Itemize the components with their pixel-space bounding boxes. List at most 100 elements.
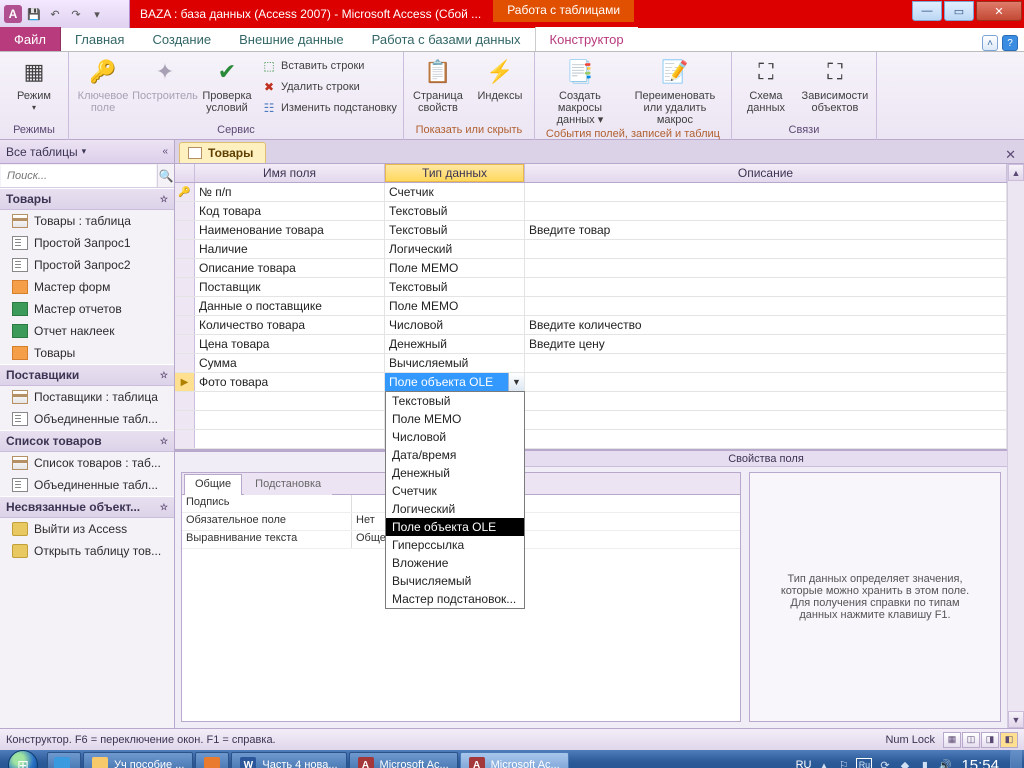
dropdown-option[interactable]: Счетчик	[386, 482, 524, 500]
scroll-down-icon[interactable]: ▼	[1008, 711, 1024, 728]
tray-keyboard-icon[interactable]: Ru	[856, 758, 872, 768]
grid-row[interactable]: НаличиеЛогический	[175, 240, 1007, 259]
nav-header[interactable]: Все таблицы ▾ «	[0, 140, 174, 164]
tray-sync-icon[interactable]: ⟳	[877, 758, 892, 768]
tray-flag-icon[interactable]: ⚐	[836, 758, 851, 768]
taskbar-clock[interactable]: 15:54	[957, 757, 1005, 768]
prop-tab-lookup[interactable]: Подстановка	[244, 474, 332, 495]
cell-field-name[interactable]: Количество товара	[195, 316, 385, 334]
cell-data-type[interactable]: Числовой	[385, 316, 525, 334]
row-selector[interactable]	[175, 335, 195, 353]
builder-button[interactable]: ✦Построитель	[137, 54, 193, 102]
tab-external-data[interactable]: Внешние данные	[225, 27, 358, 51]
row-selector[interactable]	[175, 221, 195, 239]
cell-field-name[interactable]: Наименование товара	[195, 221, 385, 239]
dropdown-option[interactable]: Денежный	[386, 464, 524, 482]
maximize-button[interactable]: ▭	[944, 1, 974, 21]
datasheet-view-icon[interactable]: ▦	[943, 732, 961, 748]
cell-description[interactable]	[525, 354, 1007, 372]
grid-row[interactable]: Количество товараЧисловойВведите количес…	[175, 316, 1007, 335]
pivot-view-icon[interactable]: ◫	[962, 732, 980, 748]
start-button[interactable]: ⊞	[0, 750, 46, 768]
cell-data-type[interactable]: Вычисляемый	[385, 354, 525, 372]
cell-field-name[interactable]: Код товара	[195, 202, 385, 220]
relationships-button[interactable]: ⛶Схема данных	[738, 54, 794, 114]
tray-volume-icon[interactable]: 🔊	[937, 758, 952, 768]
scroll-up-icon[interactable]: ▲	[1008, 164, 1024, 181]
row-selector[interactable]: ▶	[175, 373, 195, 391]
minimize-button[interactable]: —	[912, 1, 942, 21]
dropdown-option[interactable]: Поле МЕМО	[386, 410, 524, 428]
row-selector[interactable]	[175, 297, 195, 315]
nav-group-header[interactable]: Поставщики☆	[0, 364, 174, 386]
object-dependencies-button[interactable]: ⛶Зависимости объектов	[800, 54, 870, 114]
nav-item[interactable]: Простой Запрос2	[0, 254, 174, 276]
view-button[interactable]: ▦ Режим▾	[6, 54, 62, 114]
vertical-scrollbar[interactable]: ▲ ▼	[1007, 164, 1024, 728]
data-type-dropdown[interactable]: ТекстовыйПоле МЕМОЧисловойДата/времяДене…	[385, 391, 525, 609]
nav-group-header[interactable]: Несвязанные объект...☆	[0, 496, 174, 518]
taskbar-item[interactable]: AMicrosoft Ac...	[349, 752, 458, 768]
taskbar-item[interactable]: AMicrosoft Ac...	[460, 752, 569, 768]
cell-field-name[interactable]: Фото товара	[195, 373, 385, 391]
create-data-macros-button[interactable]: 📑Создать макросы данных ▾	[541, 54, 619, 126]
row-selector[interactable]	[175, 411, 195, 429]
validation-button[interactable]: ✔Проверка условий	[199, 54, 255, 114]
tray-network-icon[interactable]: ▮	[917, 758, 932, 768]
close-document-icon[interactable]: ✕	[997, 147, 1024, 163]
modify-lookups-button[interactable]: ☷Изменить подстановку	[261, 98, 397, 118]
cell-description[interactable]	[525, 259, 1007, 277]
grid-row-empty[interactable]	[175, 411, 1007, 430]
grid-row[interactable]: 🔑№ п/пСчетчик	[175, 183, 1007, 202]
cell-field-name[interactable]: Описание товара	[195, 259, 385, 277]
nav-group-header[interactable]: Список товаров☆	[0, 430, 174, 452]
cell-field-name[interactable]: Поставщик	[195, 278, 385, 296]
show-desktop-button[interactable]	[1010, 750, 1022, 768]
prop-tab-general[interactable]: Общие	[184, 474, 242, 495]
dropdown-option[interactable]: Логический	[386, 500, 524, 518]
row-selector[interactable]	[175, 278, 195, 296]
cell-description[interactable]	[525, 373, 1007, 391]
grid-row-empty[interactable]	[175, 430, 1007, 449]
tab-design[interactable]: Конструктор	[536, 27, 638, 51]
dropdown-option[interactable]: Гиперссылка	[386, 536, 524, 554]
row-selector[interactable]	[175, 430, 195, 448]
pivotchart-view-icon[interactable]: ◨	[981, 732, 999, 748]
file-tab[interactable]: Файл	[0, 27, 61, 51]
dropdown-arrow-icon[interactable]: ▼	[508, 373, 524, 391]
cell-description[interactable]	[525, 240, 1007, 258]
dropdown-option[interactable]: Вычисляемый	[386, 572, 524, 590]
grid-row[interactable]: Описание товараПоле МЕМО	[175, 259, 1007, 278]
cell-description[interactable]	[525, 278, 1007, 296]
input-language[interactable]: RU	[796, 759, 812, 768]
cell-description[interactable]: Введите товар	[525, 221, 1007, 239]
nav-item[interactable]: Открыть таблицу тов...	[0, 540, 174, 562]
collapse-nav-icon[interactable]: «	[162, 146, 168, 157]
tray-show-hidden-icon[interactable]: ▴	[816, 758, 831, 768]
cell-field-name[interactable]: № п/п	[195, 183, 385, 201]
nav-item[interactable]: Простой Запрос1	[0, 232, 174, 254]
nav-item[interactable]: Объединенные табл...	[0, 408, 174, 430]
col-header-field-name[interactable]: Имя поля	[195, 164, 385, 182]
indexes-button[interactable]: ⚡Индексы	[472, 54, 528, 102]
nav-item[interactable]: Мастер форм	[0, 276, 174, 298]
cell-description[interactable]	[525, 183, 1007, 201]
taskbar-item[interactable]: WЧасть 4 нова...	[231, 752, 346, 768]
tab-create[interactable]: Создание	[138, 27, 225, 51]
nav-group-header[interactable]: Товары☆	[0, 188, 174, 210]
taskbar-item[interactable]	[195, 752, 229, 768]
dropdown-option[interactable]: Вложение	[386, 554, 524, 572]
row-selector[interactable]	[175, 259, 195, 277]
nav-item[interactable]: Товары	[0, 342, 174, 364]
dropdown-option[interactable]: Дата/время	[386, 446, 524, 464]
minimize-ribbon-icon[interactable]: ˄	[982, 35, 998, 51]
dropdown-option[interactable]: Мастер подстановок...	[386, 590, 524, 608]
dropdown-option[interactable]: Текстовый	[386, 392, 524, 410]
cell-data-type[interactable]: Поле МЕМО	[385, 259, 525, 277]
delete-rows-button[interactable]: ✖Удалить строки	[261, 77, 397, 97]
cell-description[interactable]	[525, 297, 1007, 315]
tab-home[interactable]: Главная	[61, 27, 138, 51]
design-view-icon[interactable]: ◧	[1000, 732, 1018, 748]
cell-field-name[interactable]: Цена товара	[195, 335, 385, 353]
rename-delete-macro-button[interactable]: 📝Переименовать или удалить макрос	[625, 54, 725, 126]
